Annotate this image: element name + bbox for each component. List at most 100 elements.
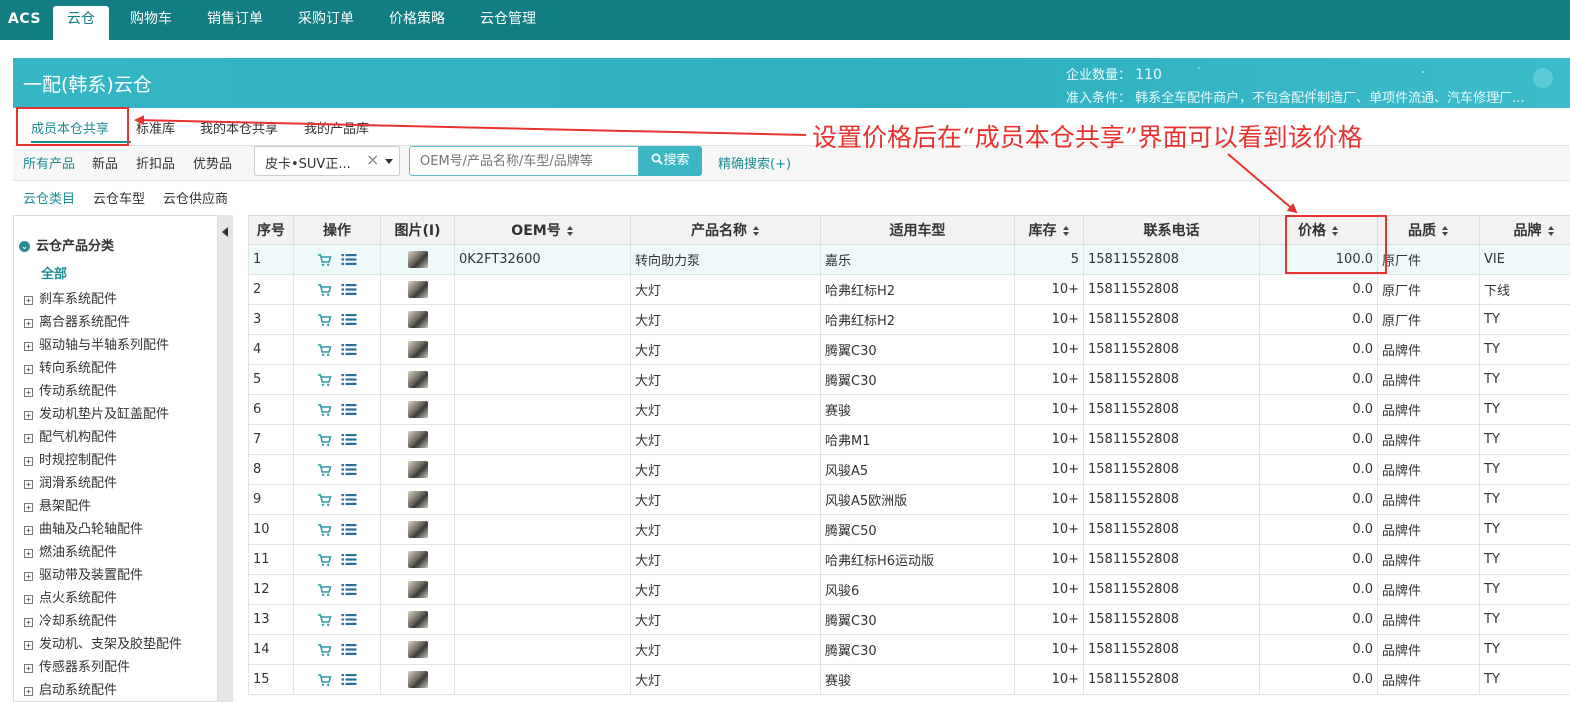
product-thumbnail[interactable] (407, 281, 428, 298)
cart-icon[interactable] (317, 343, 332, 357)
subtab-my-product-library[interactable]: 我的产品库 (304, 118, 369, 137)
category-item[interactable]: + 点火系统配件 (24, 590, 182, 613)
vehicle-type-select[interactable]: 皮卡•SUV正... × (254, 146, 400, 176)
subtab-standard-library[interactable]: 标准库 (136, 118, 175, 137)
category-item[interactable]: + 冷却系统配件 (24, 613, 182, 636)
col-brand-header[interactable]: 品牌 (1479, 215, 1570, 245)
expand-plus-icon[interactable]: + (24, 411, 33, 420)
details-list-icon[interactable] (341, 403, 357, 416)
tab-price-strategy[interactable]: 价格策略 (389, 6, 445, 40)
cart-icon[interactable] (317, 313, 332, 327)
expand-plus-icon[interactable]: + (24, 641, 33, 650)
category-item[interactable]: + 悬架配件 (24, 498, 182, 521)
expand-plus-icon[interactable]: + (24, 319, 33, 328)
details-list-icon[interactable] (341, 643, 357, 656)
category-tree-header[interactable]: ⌄ 云仓产品分类 (19, 235, 114, 254)
tab-cart[interactable]: 购物车 (130, 6, 172, 40)
category-item[interactable]: + 驱动轴与半轴系列配件 (24, 337, 182, 360)
filter-new[interactable]: 新品 (92, 153, 118, 172)
category-item[interactable]: + 润滑系统配件 (24, 475, 182, 498)
category-item[interactable]: + 刹车系统配件 (24, 291, 182, 314)
cart-icon[interactable] (317, 583, 332, 597)
table-row[interactable]: 11 大灯 哈弗红标H6运动版 10+ 15811552808 0.0 品牌件 TY (248, 544, 1570, 575)
product-thumbnail[interactable] (407, 491, 428, 508)
table-row[interactable]: 4 大灯 腾翼C30 10+ 15811552808 0.0 品牌件 TY (248, 334, 1570, 365)
category-item[interactable]: + 离合器系统配件 (24, 314, 182, 337)
col-oem-header[interactable]: OEM号 (454, 215, 631, 245)
filter-discount[interactable]: 折扣品 (136, 153, 175, 172)
tab-sales-orders[interactable]: 销售订单 (207, 6, 263, 40)
category-item[interactable]: + 发动机垫片及缸盖配件 (24, 406, 182, 429)
col-product-name-header[interactable]: 产品名称 (630, 215, 821, 245)
table-row[interactable]: 13 大灯 腾翼C30 10+ 15811552808 0.0 品牌件 TY (248, 604, 1570, 635)
cart-icon[interactable] (317, 613, 332, 627)
table-row[interactable]: 9 大灯 风骏A5欧洲版 10+ 15811552808 0.0 品牌件 TY (248, 484, 1570, 515)
expand-plus-icon[interactable]: + (24, 457, 33, 466)
sort-icon[interactable] (1547, 226, 1555, 236)
details-list-icon[interactable] (341, 523, 357, 536)
advanced-search-link[interactable]: 精确搜索(+) (718, 153, 791, 172)
details-list-icon[interactable] (341, 343, 357, 356)
cat-tab-vehicles[interactable]: 云仓车型 (93, 188, 145, 207)
category-item[interactable]: + 传感器系列配件 (24, 659, 182, 682)
category-item[interactable]: + 传动系统配件 (24, 383, 182, 406)
product-thumbnail[interactable] (407, 461, 428, 478)
tab-yuncang[interactable]: 云仓 (53, 6, 109, 40)
product-thumbnail[interactable] (407, 551, 428, 568)
details-list-icon[interactable] (341, 283, 357, 296)
product-thumbnail[interactable] (407, 371, 428, 388)
cart-icon[interactable] (317, 373, 332, 387)
expand-plus-icon[interactable]: + (24, 618, 33, 627)
tab-cloud-warehouse-admin[interactable]: 云仓管理 (480, 6, 536, 40)
details-list-icon[interactable] (341, 373, 357, 386)
category-item[interactable]: + 启动系统配件 (24, 682, 182, 701)
details-list-icon[interactable] (341, 553, 357, 566)
expand-plus-icon[interactable]: + (24, 365, 33, 374)
category-item[interactable]: + 曲轴及凸轮轴配件 (24, 521, 182, 544)
expand-plus-icon[interactable]: + (24, 296, 33, 305)
search-button[interactable]: 搜索 (639, 146, 702, 176)
details-list-icon[interactable] (341, 313, 357, 326)
details-list-icon[interactable] (341, 673, 357, 686)
sort-icon[interactable] (1442, 226, 1449, 236)
product-thumbnail[interactable] (407, 341, 428, 358)
product-thumbnail[interactable] (407, 311, 428, 328)
product-thumbnail[interactable] (407, 431, 428, 448)
caret-down-icon[interactable] (385, 159, 393, 164)
product-thumbnail[interactable] (407, 641, 428, 658)
tab-purchase-orders[interactable]: 采购订单 (298, 6, 354, 40)
product-thumbnail[interactable] (407, 521, 428, 538)
product-thumbnail[interactable] (407, 581, 428, 598)
details-list-icon[interactable] (341, 583, 357, 596)
sort-icon[interactable] (753, 226, 760, 236)
category-item[interactable]: + 驱动带及装置配件 (24, 567, 182, 590)
cart-icon[interactable] (317, 253, 332, 267)
details-list-icon[interactable] (341, 493, 357, 506)
table-row[interactable]: 14 大灯 腾翼C30 10+ 15811552808 0.0 品牌件 TY (248, 634, 1570, 665)
filter-all-products[interactable]: 所有产品 (23, 153, 75, 172)
table-row[interactable]: 2 大灯 哈弗红标H2 10+ 15811552808 0.0 原厂件 下线 (248, 274, 1570, 305)
product-thumbnail[interactable] (407, 251, 428, 268)
category-item[interactable]: + 燃油系统配件 (24, 544, 182, 567)
cart-icon[interactable] (317, 673, 332, 687)
category-item[interactable]: + 配气机构配件 (24, 429, 182, 452)
category-all[interactable]: 全部 (41, 263, 67, 282)
cart-icon[interactable] (317, 403, 332, 417)
cat-tab-categories[interactable]: 云仓类目 (23, 188, 75, 207)
expand-plus-icon[interactable]: + (24, 526, 33, 535)
category-item[interactable]: + 发动机、支架及胶垫配件 (24, 636, 182, 659)
table-row[interactable]: 8 大灯 风骏A5 10+ 15811552808 0.0 品牌件 TY (248, 454, 1570, 485)
expand-plus-icon[interactable]: + (24, 503, 33, 512)
details-list-icon[interactable] (341, 253, 357, 266)
cart-icon[interactable] (317, 493, 332, 507)
product-thumbnail[interactable] (407, 611, 428, 628)
table-row[interactable]: 6 大灯 赛骏 10+ 15811552808 0.0 品牌件 TY (248, 394, 1570, 425)
details-list-icon[interactable] (341, 463, 357, 476)
col-stock-header[interactable]: 库存 (1014, 215, 1084, 245)
collapse-arrow-icon[interactable] (222, 227, 228, 237)
cart-icon[interactable] (317, 283, 332, 297)
details-list-icon[interactable] (341, 433, 357, 446)
cart-icon[interactable] (317, 643, 332, 657)
table-row[interactable]: 15 大灯 赛骏 10+ 15811552808 0.0 品牌件 TY (248, 664, 1570, 695)
expand-plus-icon[interactable]: + (24, 572, 33, 581)
